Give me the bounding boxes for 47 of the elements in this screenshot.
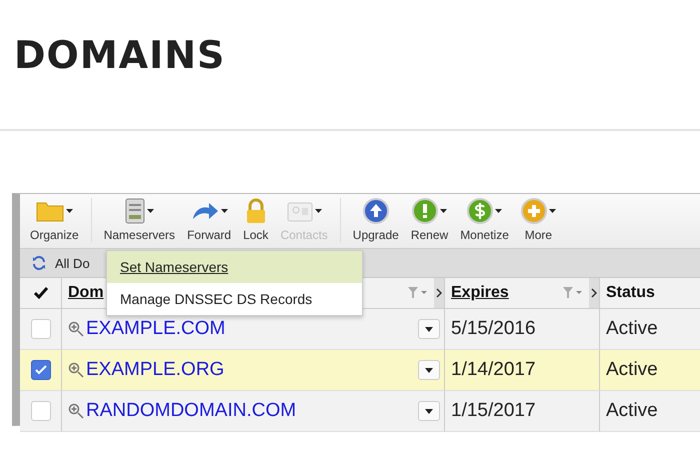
- forward-arrow-icon: [190, 201, 219, 221]
- column-sort-link[interactable]: Expires: [451, 284, 509, 302]
- exclamation-icon: [412, 198, 438, 224]
- chevron-icon: [591, 288, 597, 298]
- expiry-date: 1/15/2017: [445, 391, 600, 432]
- folder-icon: [36, 200, 64, 222]
- row-checkbox[interactable]: [30, 360, 50, 380]
- plus-icon: [520, 198, 547, 224]
- domain-link[interactable]: EXAMPLE.ORG: [86, 359, 224, 381]
- toolbar-button[interactable]: Upgrade: [346, 197, 405, 242]
- filter-label: All Do: [55, 256, 90, 270]
- dollar-icon: [467, 198, 494, 224]
- magnifier-plus-icon[interactable]: [68, 362, 84, 378]
- expiry-date: 5/15/2016: [445, 309, 600, 350]
- toolbar-button[interactable]: More: [514, 197, 562, 242]
- toolbar-button[interactable]: Monetize: [454, 197, 515, 242]
- refresh-icon[interactable]: [32, 256, 46, 270]
- domain-link[interactable]: RANDOMDOMAIN.COM: [86, 400, 296, 422]
- status-cell: Active: [600, 350, 700, 391]
- toolbar-button[interactable]: Nameservers: [98, 197, 182, 242]
- expiry-date: 1/14/2017: [445, 350, 600, 391]
- dropdown-button[interactable]: [418, 319, 440, 339]
- toolbar-button[interactable]: Renew: [404, 197, 454, 242]
- checkmark-icon[interactable]: [34, 287, 48, 299]
- page-title: DOMAINS: [14, 36, 226, 74]
- toolbar-button[interactable]: Forward: [181, 197, 238, 242]
- domain-link[interactable]: EXAMPLE.COM: [86, 318, 226, 340]
- padlock-icon: [244, 198, 267, 224]
- menu-item[interactable]: Manage DNSSEC DS Records: [107, 283, 362, 315]
- checkmark-icon: [34, 365, 46, 375]
- contact-card-icon: [286, 200, 313, 222]
- column-title: Status: [606, 284, 655, 302]
- expand-handle[interactable]: [434, 278, 444, 308]
- dropdown-button[interactable]: [418, 360, 440, 380]
- dropdown-button[interactable]: [418, 401, 440, 421]
- server-icon: [124, 198, 145, 224]
- caret-icon: [425, 408, 433, 414]
- toolbar-button[interactable]: Organize: [24, 197, 85, 242]
- column-sort-link[interactable]: Dom: [68, 284, 104, 302]
- toolbar-button[interactable]: Lock: [237, 197, 274, 242]
- magnifier-plus-icon[interactable]: [68, 403, 84, 419]
- caret-icon: [425, 326, 433, 332]
- menu-item[interactable]: Set Nameservers: [107, 251, 362, 283]
- magnifier-plus-icon[interactable]: [68, 321, 84, 337]
- caret-icon: [425, 368, 433, 372]
- chevron-icon: [436, 288, 442, 298]
- expand-handle[interactable]: [589, 278, 599, 308]
